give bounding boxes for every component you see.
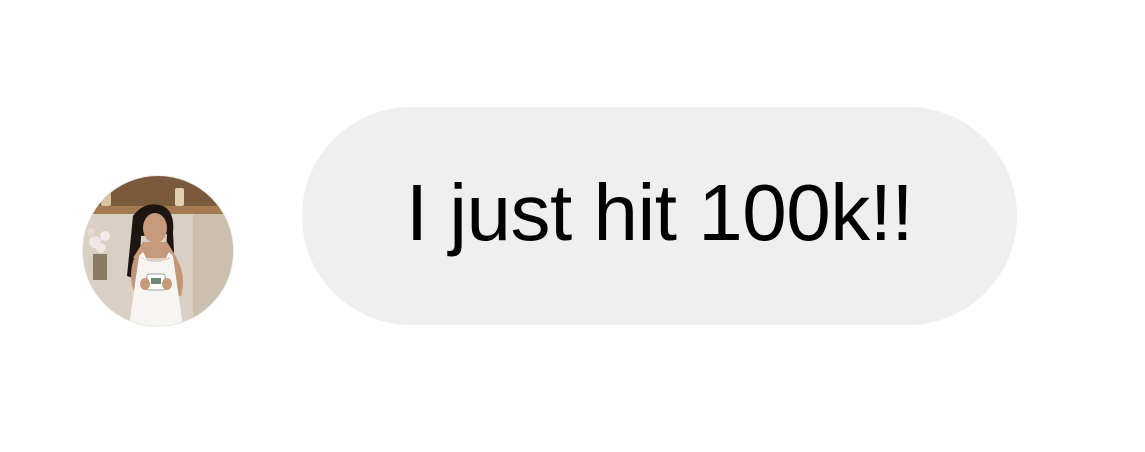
sender-avatar[interactable]	[83, 176, 233, 326]
avatar-photo	[83, 176, 233, 326]
chat-thread: I just hit 100k!!	[0, 0, 1145, 452]
message-bubble[interactable]: I just hit 100k!!	[302, 107, 1017, 325]
message-text: I just hit 100k!!	[405, 168, 914, 257]
